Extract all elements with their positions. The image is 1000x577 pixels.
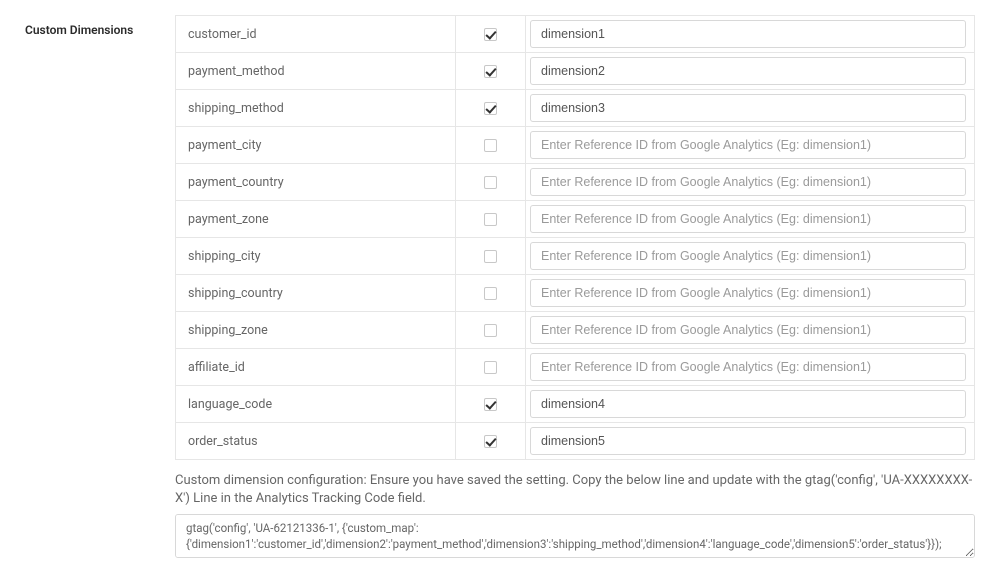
dimension-checkbox[interactable]: [484, 139, 497, 152]
dimension-row: payment_zone: [176, 201, 974, 238]
dimension-input-cell: [526, 16, 974, 52]
dimension-input-cell: [526, 53, 974, 89]
section-title: Custom Dimensions: [25, 15, 175, 37]
dimension-name: payment_method: [176, 53, 456, 89]
dimension-reference-input[interactable]: [530, 57, 966, 85]
code-output[interactable]: [175, 514, 975, 558]
dimension-checkbox[interactable]: [484, 65, 497, 78]
dimension-check-cell: [456, 53, 526, 89]
dimension-reference-input[interactable]: [530, 94, 966, 122]
dimension-reference-input[interactable]: [530, 20, 966, 48]
dimension-name: shipping_city: [176, 238, 456, 274]
dimension-input-cell: [526, 312, 974, 348]
dimension-check-cell: [456, 275, 526, 311]
dimension-row: order_status: [176, 423, 974, 460]
dimension-check-cell: [456, 164, 526, 200]
dimension-reference-input[interactable]: [530, 279, 966, 307]
dimension-checkbox[interactable]: [484, 361, 497, 374]
dimension-checkbox[interactable]: [484, 287, 497, 300]
dimension-input-cell: [526, 127, 974, 163]
dimension-row: payment_city: [176, 127, 974, 164]
dimension-checkbox[interactable]: [484, 213, 497, 226]
custom-dimensions-section: Custom Dimensions customer_idpayment_met…: [25, 15, 975, 562]
dimension-checkbox[interactable]: [484, 102, 497, 115]
dimension-row: affiliate_id: [176, 349, 974, 386]
dimension-checkbox[interactable]: [484, 435, 497, 448]
dimension-checkbox[interactable]: [484, 324, 497, 337]
dimension-check-cell: [456, 127, 526, 163]
dimension-checkbox[interactable]: [484, 250, 497, 263]
dimension-input-cell: [526, 201, 974, 237]
help-text: Custom dimension configuration: Ensure y…: [175, 472, 975, 508]
dimension-check-cell: [456, 201, 526, 237]
section-body: customer_idpayment_methodshipping_method…: [175, 15, 975, 562]
dimension-row: payment_country: [176, 164, 974, 201]
dimension-name: payment_country: [176, 164, 456, 200]
dimension-reference-input[interactable]: [530, 316, 966, 344]
dimension-check-cell: [456, 16, 526, 52]
dimension-name: language_code: [176, 386, 456, 422]
dimension-row: shipping_zone: [176, 312, 974, 349]
dimension-reference-input[interactable]: [530, 205, 966, 233]
dimension-row: shipping_city: [176, 238, 974, 275]
dimension-name: shipping_country: [176, 275, 456, 311]
dimension-reference-input[interactable]: [530, 390, 966, 418]
dimension-input-cell: [526, 349, 974, 385]
dimension-input-cell: [526, 423, 974, 459]
dimension-check-cell: [456, 238, 526, 274]
dimension-reference-input[interactable]: [530, 168, 966, 196]
dimension-check-cell: [456, 90, 526, 126]
dimension-row: shipping_method: [176, 90, 974, 127]
dimension-name: shipping_zone: [176, 312, 456, 348]
dimensions-table: customer_idpayment_methodshipping_method…: [175, 15, 975, 460]
dimension-row: customer_id: [176, 16, 974, 53]
dimension-input-cell: [526, 90, 974, 126]
dimension-name: order_status: [176, 423, 456, 459]
dimension-checkbox[interactable]: [484, 176, 497, 189]
dimension-name: shipping_method: [176, 90, 456, 126]
dimension-reference-input[interactable]: [530, 131, 966, 159]
dimension-input-cell: [526, 238, 974, 274]
dimension-input-cell: [526, 164, 974, 200]
dimension-reference-input[interactable]: [530, 427, 966, 455]
dimension-name: payment_zone: [176, 201, 456, 237]
dimension-check-cell: [456, 349, 526, 385]
dimension-checkbox[interactable]: [484, 28, 497, 41]
dimension-input-cell: [526, 386, 974, 422]
dimension-name: affiliate_id: [176, 349, 456, 385]
dimension-reference-input[interactable]: [530, 353, 966, 381]
dimension-name: customer_id: [176, 16, 456, 52]
dimension-check-cell: [456, 386, 526, 422]
dimension-name: payment_city: [176, 127, 456, 163]
dimension-row: language_code: [176, 386, 974, 423]
dimension-checkbox[interactable]: [484, 398, 497, 411]
dimension-check-cell: [456, 312, 526, 348]
dimension-row: shipping_country: [176, 275, 974, 312]
dimension-row: payment_method: [176, 53, 974, 90]
dimension-input-cell: [526, 275, 974, 311]
dimension-check-cell: [456, 423, 526, 459]
dimension-reference-input[interactable]: [530, 242, 966, 270]
